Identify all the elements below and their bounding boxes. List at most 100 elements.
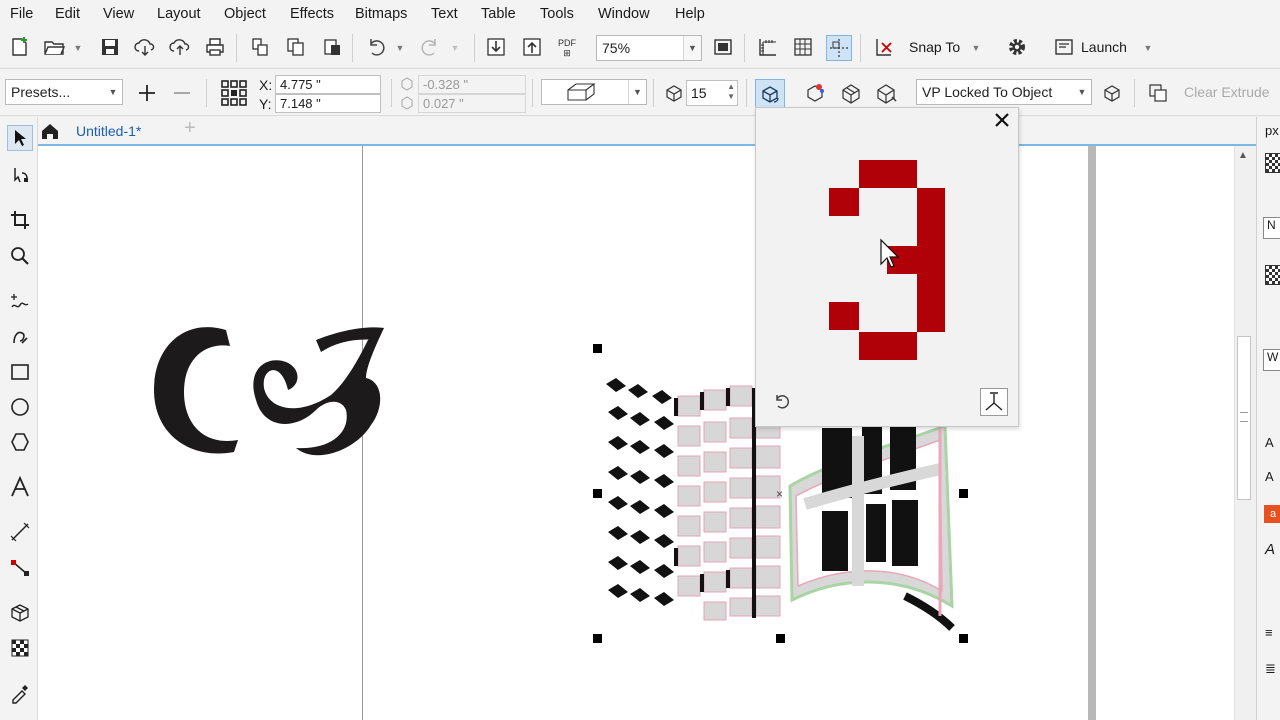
welcome-home-icon[interactable] bbox=[40, 121, 62, 143]
zoom-tool-icon[interactable] bbox=[7, 243, 33, 269]
rectangle-tool-icon[interactable] bbox=[7, 359, 33, 385]
docker-font-icon[interactable]: A bbox=[1265, 541, 1275, 558]
save-icon[interactable] bbox=[98, 35, 122, 59]
vanishing-point-x-field[interactable]: -0.328 " bbox=[418, 75, 526, 94]
extrude-rotation-icon[interactable] bbox=[755, 79, 785, 109]
reset-rotation-icon[interactable] bbox=[772, 392, 794, 414]
ellipse-tool-icon[interactable] bbox=[7, 394, 33, 420]
redo-icon[interactable] bbox=[418, 35, 442, 59]
paste-icon[interactable] bbox=[320, 35, 344, 59]
menu-table[interactable]: Table bbox=[481, 6, 516, 22]
export-icon[interactable] bbox=[520, 35, 544, 59]
publish-pdf-icon[interactable]: PDF ⊞ bbox=[555, 38, 579, 60]
docker-text-icon[interactable]: A bbox=[1265, 435, 1274, 450]
open-recent-chevron-down-icon[interactable]: ▼ bbox=[73, 43, 83, 53]
remove-preset-minus-icon[interactable] bbox=[170, 81, 194, 105]
extrusion-type-select[interactable]: ▼ bbox=[541, 79, 647, 105]
presets-chevron-down-icon[interactable]: ▼ bbox=[104, 80, 122, 104]
cloud-upload-icon[interactable] bbox=[168, 35, 192, 59]
zoom-level-select[interactable]: 75% ▼ bbox=[596, 35, 702, 61]
full-screen-preview-icon[interactable] bbox=[711, 35, 735, 59]
vanishing-point-mode-select[interactable]: VP Locked To Object ▼ bbox=[916, 79, 1092, 105]
rotation-values-toggle-icon[interactable] bbox=[980, 388, 1008, 416]
y-position-field[interactable]: 7.148 " bbox=[275, 94, 381, 113]
eyedropper-tool-icon[interactable] bbox=[7, 680, 33, 706]
snap-to-label[interactable]: Snap To bbox=[909, 39, 960, 55]
close-popup-icon[interactable] bbox=[992, 110, 1014, 132]
menu-window[interactable]: Window bbox=[598, 6, 650, 22]
new-document-icon[interactable] bbox=[8, 35, 32, 59]
docker-color-icon[interactable]: a bbox=[1264, 505, 1280, 523]
options-gear-icon[interactable] bbox=[1005, 35, 1029, 59]
copy-extrude-properties-icon[interactable] bbox=[1100, 81, 1124, 105]
undo-list-chevron-down-icon[interactable]: ▼ bbox=[395, 43, 405, 53]
docker-field-n[interactable]: N bbox=[1263, 217, 1280, 239]
tab-untitled-1[interactable]: Untitled-1* bbox=[66, 117, 178, 145]
cloud-download-icon[interactable] bbox=[133, 35, 157, 59]
import-icon[interactable] bbox=[484, 35, 508, 59]
launch-icon[interactable] bbox=[1052, 35, 1076, 59]
vanishing-point-mode-chevron-down-icon[interactable]: ▼ bbox=[1073, 80, 1091, 104]
selection-handle-middle-right[interactable] bbox=[959, 489, 968, 498]
parallel-dimension-tool-icon[interactable] bbox=[7, 519, 33, 545]
selection-handle-middle-left[interactable] bbox=[593, 489, 602, 498]
depth-stepper-arrows[interactable]: ▲ ▼ bbox=[727, 82, 735, 102]
add-tab-plus-icon[interactable]: + bbox=[184, 117, 196, 140]
menu-bitmaps[interactable]: Bitmaps bbox=[355, 6, 407, 22]
snap-to-chevron-down-icon[interactable]: ▼ bbox=[971, 43, 981, 53]
menu-object[interactable]: Object bbox=[224, 6, 266, 22]
pick-tool-icon[interactable] bbox=[7, 125, 33, 151]
connector-tool-icon[interactable] bbox=[7, 555, 33, 581]
menu-tools[interactable]: Tools bbox=[540, 6, 574, 22]
extrusion-type-chevron-down-icon[interactable]: ▼ bbox=[628, 80, 646, 104]
menu-layout[interactable]: Layout bbox=[157, 6, 201, 22]
launch-label[interactable]: Launch bbox=[1081, 39, 1127, 55]
undo-icon[interactable] bbox=[364, 35, 388, 59]
menu-edit[interactable]: Edit bbox=[55, 6, 80, 22]
open-folder-icon[interactable] bbox=[42, 35, 66, 59]
ornament-glyph-object[interactable] bbox=[146, 300, 386, 470]
show-guidelines-icon[interactable] bbox=[826, 35, 852, 61]
selection-handle-bottom-right[interactable] bbox=[959, 634, 968, 643]
show-grid-icon[interactable] bbox=[791, 35, 815, 59]
freehand-tool-icon[interactable] bbox=[7, 289, 33, 315]
clear-extrude-label[interactable]: Clear Extrude bbox=[1184, 84, 1270, 100]
launch-chevron-down-icon[interactable]: ▼ bbox=[1143, 43, 1153, 53]
polygon-tool-icon[interactable] bbox=[7, 429, 33, 455]
rotation-preview-3-icon[interactable] bbox=[829, 160, 947, 362]
docker-align-icon[interactable]: ≡ bbox=[1265, 625, 1273, 640]
x-position-field[interactable]: 4.775 " bbox=[275, 75, 381, 94]
docker-pattern-icon[interactable] bbox=[1265, 265, 1280, 285]
menu-help[interactable]: Help bbox=[675, 6, 705, 22]
extrusion-lighting-icon[interactable] bbox=[874, 81, 898, 105]
docker-character-icon[interactable]: A bbox=[1265, 469, 1274, 484]
menu-view[interactable]: View bbox=[103, 6, 134, 22]
extrude-tool-icon[interactable] bbox=[7, 600, 33, 626]
print-icon[interactable] bbox=[203, 35, 227, 59]
docker-transparency-icon[interactable] bbox=[1265, 153, 1280, 173]
docker-field-w[interactable]: W bbox=[1263, 349, 1280, 371]
extrusion-color-icon[interactable] bbox=[803, 81, 827, 105]
selection-handle-bottom-center[interactable] bbox=[776, 634, 785, 643]
presets-select[interactable]: Presets... ▼ bbox=[5, 79, 123, 105]
show-rulers-icon[interactable] bbox=[756, 35, 780, 59]
shape-tool-icon[interactable] bbox=[7, 162, 33, 188]
menu-text[interactable]: Text bbox=[431, 6, 458, 22]
menu-file[interactable]: File bbox=[10, 6, 33, 22]
smart-drawing-tool-icon[interactable] bbox=[7, 324, 33, 350]
copy-icon[interactable] bbox=[284, 35, 308, 59]
docker-list-icon[interactable]: ≣ bbox=[1265, 661, 1276, 677]
depth-spinbox[interactable]: 15 ▲ ▼ bbox=[686, 80, 738, 106]
extrusion-bevels-icon[interactable] bbox=[839, 81, 863, 105]
cut-icon[interactable] bbox=[248, 35, 272, 59]
selection-handle-bottom-left[interactable] bbox=[593, 634, 602, 643]
text-tool-icon[interactable] bbox=[7, 474, 33, 500]
clear-extrude-icon[interactable] bbox=[1146, 81, 1170, 105]
menu-effects[interactable]: Effects bbox=[290, 6, 334, 22]
scroll-up-arrow-icon[interactable]: ▲ bbox=[1238, 150, 1248, 161]
crop-tool-icon[interactable] bbox=[7, 207, 33, 233]
redo-list-chevron-down-icon[interactable]: ▼ bbox=[450, 43, 460, 53]
zoom-chevron-down-icon[interactable]: ▼ bbox=[683, 36, 701, 60]
vanishing-point-y-field[interactable]: 0.027 " bbox=[418, 94, 526, 113]
transparency-tool-icon[interactable] bbox=[7, 635, 33, 661]
